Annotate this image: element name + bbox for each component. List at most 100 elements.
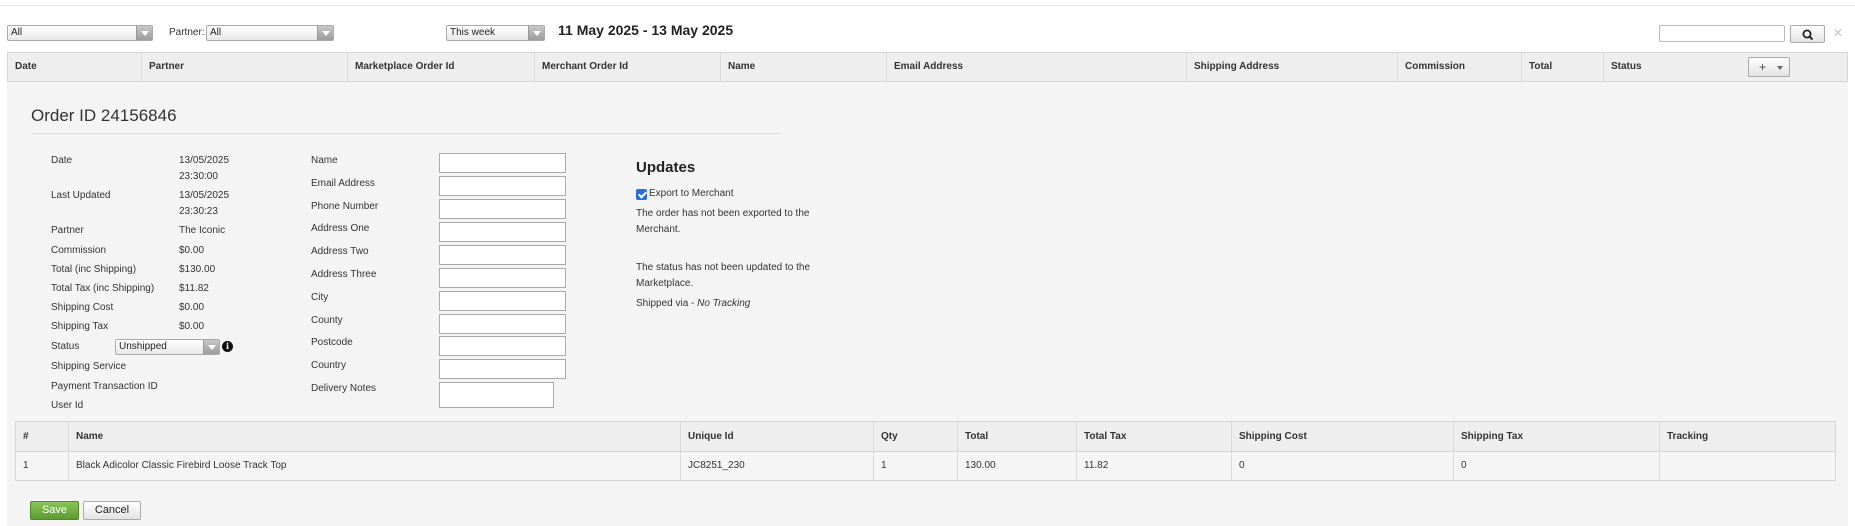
shipped-via-prefix: Shipped via - xyxy=(636,298,698,309)
info-icon[interactable]: i xyxy=(222,341,233,352)
field-label-phone: Phone Number xyxy=(311,201,379,212)
item-total: 130.00 xyxy=(957,452,1076,480)
top-divider xyxy=(0,5,1855,6)
items-header-shipping-tax: Shipping Tax xyxy=(1453,422,1659,451)
save-button[interactable]: Save xyxy=(30,501,79,520)
field-label-address-three: Address Three xyxy=(311,269,377,280)
partner-label: Partner: xyxy=(169,27,205,38)
column-header-date[interactable]: Date xyxy=(8,53,141,81)
column-picker-button[interactable]: + xyxy=(1748,57,1790,77)
export-status-text: The order has not been exported to the M… xyxy=(636,208,810,235)
caret-down-icon xyxy=(1777,66,1783,70)
status-select-value: Unshipped xyxy=(119,341,167,352)
detail-label-total-tax: Total Tax (inc Shipping) xyxy=(51,283,155,294)
country-field[interactable] xyxy=(439,359,566,379)
clear-search-icon[interactable]: ✕ xyxy=(1833,26,1843,40)
search-icon xyxy=(1802,29,1814,41)
delivery-notes-field[interactable] xyxy=(439,382,554,408)
column-header-shipping-address[interactable]: Shipping Address xyxy=(1186,53,1397,81)
filter-select-value: All xyxy=(11,27,23,38)
item-shipping-cost: 0 xyxy=(1231,452,1453,480)
items-header-total: Total xyxy=(957,422,1076,451)
detail-label-user-id: User Id xyxy=(51,400,84,411)
field-label-country: Country xyxy=(311,360,347,371)
export-to-merchant-label: Export to Merchant xyxy=(649,188,734,199)
items-header-shipping-cost: Shipping Cost xyxy=(1231,422,1453,451)
title-divider xyxy=(31,133,781,134)
field-label-postcode: Postcode xyxy=(311,337,353,348)
search-button[interactable] xyxy=(1790,25,1825,43)
detail-value-last-updated: 13/05/2025 xyxy=(179,190,230,201)
detail-value-date-time: 23:30:00 xyxy=(179,171,218,182)
items-header-qty: Qty xyxy=(873,422,957,451)
shipped-via-text: Shipped via - No Tracking xyxy=(636,296,816,312)
detail-label-shipping-cost: Shipping Cost xyxy=(51,302,114,313)
item-total-tax: 11.82 xyxy=(1076,452,1231,480)
address-two-field[interactable] xyxy=(439,245,566,265)
orders-table-header: Date Partner Marketplace Order Id Mercha… xyxy=(7,52,1848,82)
partner-select[interactable]: All xyxy=(206,25,334,41)
status-update-text: The status has not been updated to the M… xyxy=(636,262,811,289)
item-qty: 1 xyxy=(873,452,957,480)
name-field[interactable] xyxy=(439,153,566,173)
column-header-total[interactable]: Total xyxy=(1521,53,1603,81)
column-header-marketplace-order-id[interactable]: Marketplace Order Id xyxy=(347,53,534,81)
column-header-merchant-order-id[interactable]: Merchant Order Id xyxy=(534,53,720,81)
detail-label-commission: Commission xyxy=(51,245,107,256)
filter-select[interactable]: All xyxy=(7,25,153,41)
detail-label-status: Status xyxy=(51,341,80,352)
detail-label-shipping-tax: Shipping Tax xyxy=(51,321,109,332)
detail-value-last-updated-time: 23:30:23 xyxy=(179,206,218,217)
partner-select-value: All xyxy=(210,27,222,38)
period-select[interactable]: This week xyxy=(446,25,545,41)
items-header-name: Name xyxy=(68,422,680,451)
chevron-down-icon xyxy=(528,26,544,40)
column-header-partner[interactable]: Partner xyxy=(141,53,347,81)
status-select[interactable]: Unshipped xyxy=(115,339,220,355)
detail-label-payment-transaction-id: Payment Transaction ID xyxy=(51,381,158,392)
detail-label-partner: Partner xyxy=(51,225,84,236)
detail-value-date: 13/05/2025 xyxy=(179,155,230,166)
items-header-number: # xyxy=(23,431,29,442)
field-label-city: City xyxy=(311,292,329,303)
address-one-field[interactable] xyxy=(439,222,566,242)
address-three-field[interactable] xyxy=(439,268,566,288)
item-name: Black Adicolor Classic Firebird Loose Tr… xyxy=(68,452,680,480)
column-header-email-address[interactable]: Email Address xyxy=(886,53,1186,81)
chevron-down-icon xyxy=(136,26,152,40)
detail-value-shipping-tax: $0.00 xyxy=(179,321,205,332)
field-label-delivery-notes: Delivery Notes xyxy=(311,383,377,394)
detail-value-total-tax: $11.82 xyxy=(179,283,209,294)
field-label-email: Email Address xyxy=(311,178,375,189)
order-title: Order ID 24156846 xyxy=(31,106,177,125)
postcode-field[interactable] xyxy=(439,336,566,356)
search-input[interactable] xyxy=(1659,25,1785,42)
item-shipping-tax: 0 xyxy=(1453,452,1659,480)
city-field[interactable] xyxy=(439,291,566,311)
detail-value-total: $130.00 xyxy=(179,264,216,275)
chevron-down-icon xyxy=(317,26,333,40)
field-label-address-one: Address One xyxy=(311,223,370,234)
column-header-status[interactable]: Status xyxy=(1603,53,1748,81)
items-header-tracking: Tracking xyxy=(1659,422,1835,451)
detail-label-shipping-service: Shipping Service xyxy=(51,361,127,372)
detail-label-total: Total (inc Shipping) xyxy=(51,264,137,275)
chevron-down-icon xyxy=(203,340,219,354)
cancel-button[interactable]: Cancel xyxy=(83,501,141,520)
detail-label-last-updated: Last Updated xyxy=(51,190,111,201)
plus-icon: + xyxy=(1759,60,1767,74)
order-items-table: # Name Unique Id Qty Total Total Tax Shi… xyxy=(15,421,1836,481)
export-to-merchant-checkbox[interactable] xyxy=(636,189,647,200)
item-unique-id: JC8251_230 xyxy=(680,452,873,480)
column-header-commission[interactable]: Commission xyxy=(1397,53,1521,81)
email-field[interactable] xyxy=(439,176,566,196)
date-range: 11 May 2025 - 13 May 2025 xyxy=(558,22,734,38)
county-field[interactable] xyxy=(439,314,566,334)
item-tracking xyxy=(1659,452,1835,480)
item-number: 1 xyxy=(23,460,29,471)
phone-field[interactable] xyxy=(439,199,566,219)
detail-value-commission: $0.00 xyxy=(179,245,205,256)
detail-value-shipping-cost: $0.00 xyxy=(179,302,205,313)
items-table-header: # Name Unique Id Qty Total Total Tax Shi… xyxy=(16,422,1835,452)
column-header-name[interactable]: Name xyxy=(720,53,886,81)
